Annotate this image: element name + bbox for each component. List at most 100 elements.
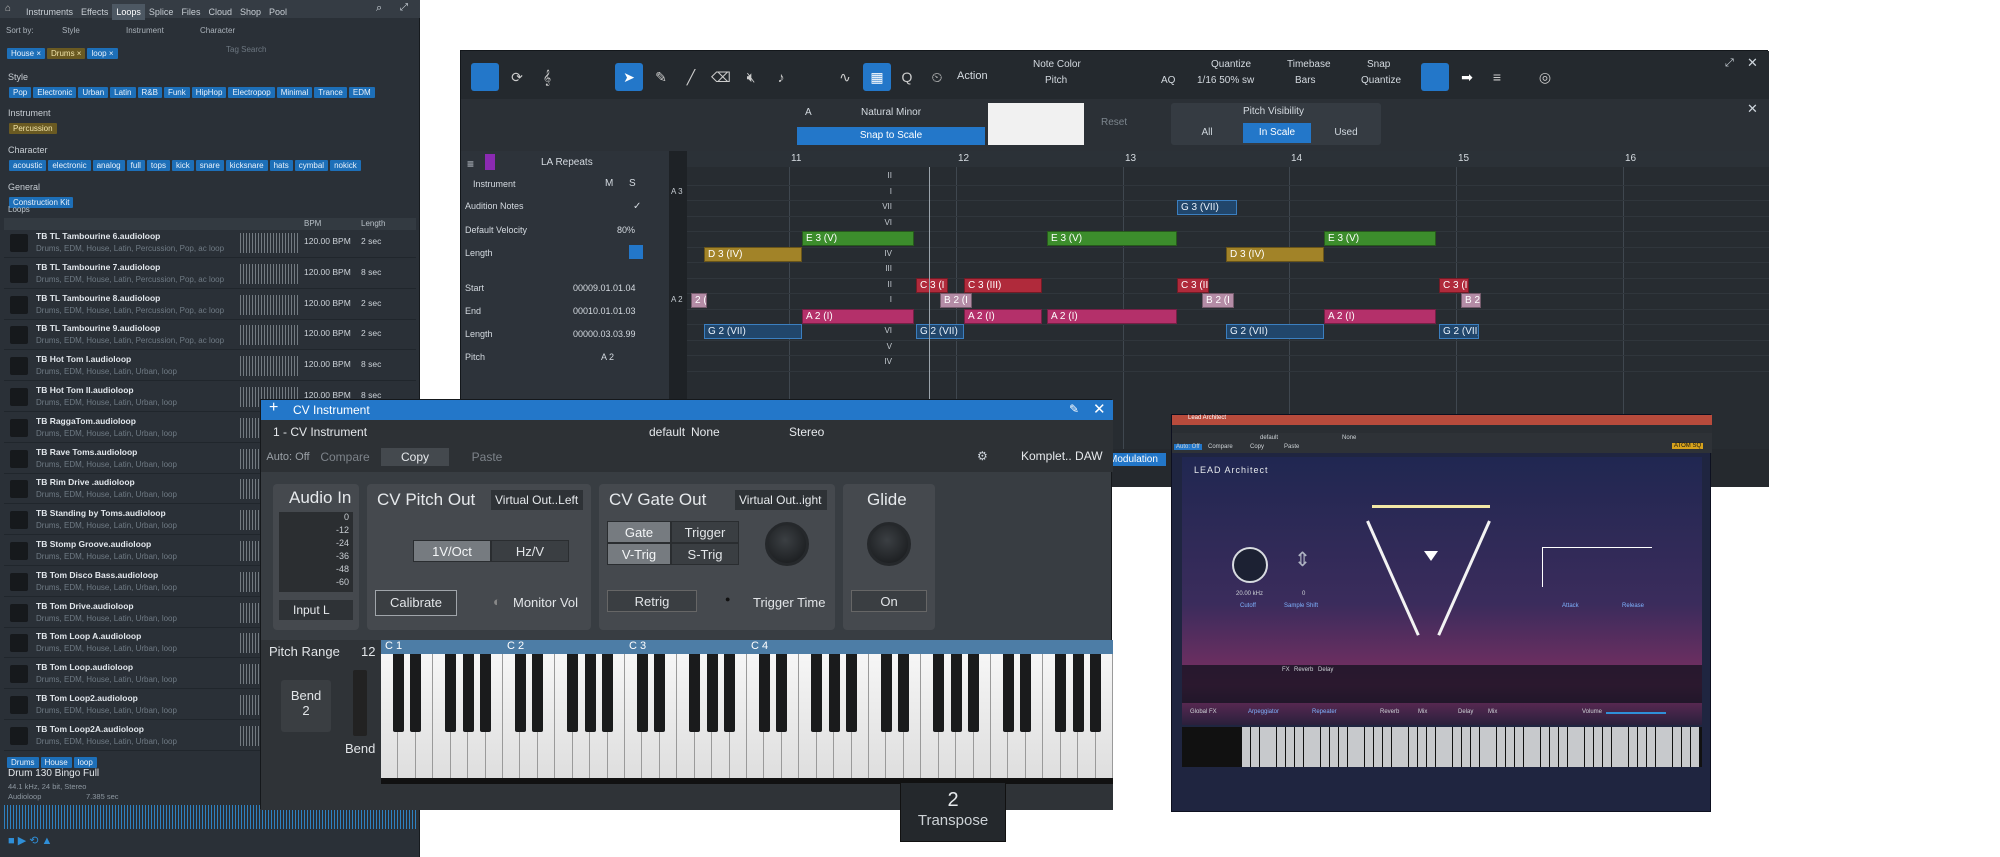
lead-white-key[interactable]	[1470, 727, 1479, 767]
midi-note[interactable]: C 3 (II	[1177, 277, 1209, 293]
lead-white-key[interactable]	[1435, 727, 1444, 767]
lead-white-key[interactable]	[1409, 727, 1418, 767]
pencil-tool-icon[interactable]: ✎	[647, 63, 675, 91]
lead-white-key[interactable]	[1620, 727, 1629, 767]
lead-white-key[interactable]	[1365, 727, 1374, 767]
black-key[interactable]	[1020, 654, 1032, 732]
pitch-vis-all[interactable]: All	[1173, 123, 1241, 143]
black-key[interactable]	[445, 654, 457, 732]
midi-note[interactable]: A 2 (I)	[1324, 308, 1436, 324]
black-key[interactable]	[654, 654, 666, 732]
lead-white-key[interactable]	[1356, 727, 1365, 767]
lead-white-key[interactable]	[1514, 727, 1523, 767]
auto-button[interactable]: Auto: Off	[265, 448, 311, 466]
tag-chip[interactable]: analog	[92, 160, 125, 171]
solo-button[interactable]: S	[629, 178, 636, 189]
black-key[interactable]	[880, 654, 892, 732]
lead-white-key[interactable]	[1347, 727, 1356, 767]
length-value[interactable]: 00000.03.03.99	[573, 329, 636, 339]
midi-note[interactable]: E 3 (V)	[1047, 231, 1177, 246]
input-select[interactable]: Input L	[279, 600, 353, 620]
black-key[interactable]	[392, 654, 404, 732]
menu-icon[interactable]: ≡	[467, 157, 474, 171]
lead-preset[interactable]: default	[1260, 435, 1278, 441]
lead-white-key[interactable]	[1400, 727, 1409, 767]
lead-white-key[interactable]	[1444, 727, 1453, 767]
close-icon[interactable]: ✕	[1093, 400, 1106, 418]
tag-chip[interactable]: Urban	[78, 87, 109, 98]
monitor-knob-icon[interactable]: ◐	[493, 594, 501, 609]
cv-keyboard[interactable]	[381, 654, 1113, 784]
midi-note[interactable]: A 2 (I)	[964, 308, 1042, 324]
sort-character[interactable]: Character	[200, 26, 235, 35]
tag-chip[interactable]: Pop	[9, 87, 32, 98]
gate-dest-select[interactable]: Virtual Out..ight	[735, 490, 827, 510]
close-icon[interactable]: ✕	[1747, 55, 1758, 71]
reverb-toggle[interactable]: Reverb	[1380, 709, 1399, 715]
reverb-mix[interactable]: Mix	[1418, 709, 1427, 715]
delay-toggle[interactable]: Delay	[1458, 709, 1473, 715]
lead-white-key[interactable]	[1682, 727, 1690, 767]
filter-chip[interactable]: Drums ×	[47, 48, 86, 59]
midi-note[interactable]: G 2 (VII)	[1439, 324, 1479, 339]
lead-routing[interactable]: None	[1342, 435, 1356, 441]
trigger-button[interactable]: Trigger	[671, 521, 739, 543]
lead-white-key[interactable]	[1338, 727, 1347, 767]
snap-toggle[interactable]	[1421, 63, 1449, 91]
black-key[interactable]	[758, 654, 770, 732]
expand-icon[interactable]: ⤢	[400, 2, 408, 13]
paste-button[interactable]: Paste	[455, 448, 519, 466]
black-key[interactable]	[950, 654, 962, 732]
lead-white-key[interactable]	[1303, 727, 1312, 767]
note-color-select[interactable]: Pitch	[1045, 75, 1067, 86]
tag-chip[interactable]: hats	[269, 160, 293, 171]
lead-white-key[interactable]	[1638, 727, 1646, 767]
lead-white-key[interactable]	[1673, 727, 1682, 767]
tab-pool[interactable]: Pool	[265, 4, 291, 20]
tag-chip[interactable]: Minimal	[276, 87, 313, 98]
snap-to-scale-button[interactable]: Snap to Scale	[797, 127, 985, 145]
start-value[interactable]: 00009.01.01.04	[573, 283, 636, 293]
lead-white-key[interactable]	[1611, 727, 1620, 767]
list-item[interactable]: TB Hot Tom I.audioloop Drums, EDM, House,…	[4, 351, 416, 382]
copy-button[interactable]: Copy	[381, 448, 449, 466]
gear-icon[interactable]: ⚙	[977, 449, 988, 463]
tag-chip[interactable]: electronic	[48, 160, 91, 171]
col-bpm[interactable]: BPM	[304, 219, 321, 228]
listen-tool-icon[interactable]: ♪	[767, 63, 795, 91]
lead-white-key[interactable]	[1594, 727, 1602, 767]
lead-white-key[interactable]	[1488, 727, 1497, 767]
black-key[interactable]	[462, 654, 474, 732]
preset-slot[interactable]: 1 - CV Instrument	[273, 425, 367, 439]
cutoff-knob[interactable]	[1232, 547, 1268, 583]
eraser-tool-icon[interactable]: ⌫	[707, 63, 735, 91]
lead-white-key[interactable]	[1462, 727, 1470, 767]
black-key[interactable]	[584, 654, 596, 732]
hz-v-button[interactable]: Hz/V	[491, 540, 569, 562]
black-key[interactable]	[828, 654, 840, 732]
lead-white-key[interactable]	[1602, 727, 1611, 767]
midi-note[interactable]: A 2 (I)	[802, 308, 914, 324]
pitch-dest-select[interactable]: Virtual Out..Left	[491, 490, 583, 510]
midi-note[interactable]: B 2	[1461, 293, 1481, 308]
pitch-icon[interactable]: 𝄞	[533, 63, 561, 91]
tag-chip[interactable]: Funk	[163, 87, 190, 98]
shift-stepper[interactable]: ⇕	[1294, 547, 1311, 572]
midi-note[interactable]: E 3 (V)	[802, 231, 914, 246]
scale-keyboard[interactable]	[988, 103, 1084, 145]
tag-search-input[interactable]: Tag Search	[226, 45, 266, 54]
black-key[interactable]	[689, 654, 701, 732]
lead-white-key[interactable]	[1286, 727, 1294, 767]
length-toggle[interactable]	[629, 245, 643, 259]
tag-chip[interactable]: kick	[172, 160, 194, 171]
midi-note[interactable]: G 2 (VII)	[1226, 324, 1324, 339]
quantize-select[interactable]: 1/16 50% sw	[1197, 75, 1254, 86]
filter-chip[interactable]: loop ×	[87, 48, 118, 59]
snap-select[interactable]: Quantize	[1361, 75, 1401, 86]
trigger-time-knob[interactable]	[765, 522, 809, 566]
arrow-tool-icon[interactable]: ➤	[615, 63, 643, 91]
tab-instruments[interactable]: Instruments	[22, 4, 77, 20]
lead-auto[interactable]: Auto: Off	[1174, 444, 1202, 450]
lead-white-key[interactable]	[1374, 727, 1382, 767]
tag-chip[interactable]: Latin	[110, 87, 136, 98]
